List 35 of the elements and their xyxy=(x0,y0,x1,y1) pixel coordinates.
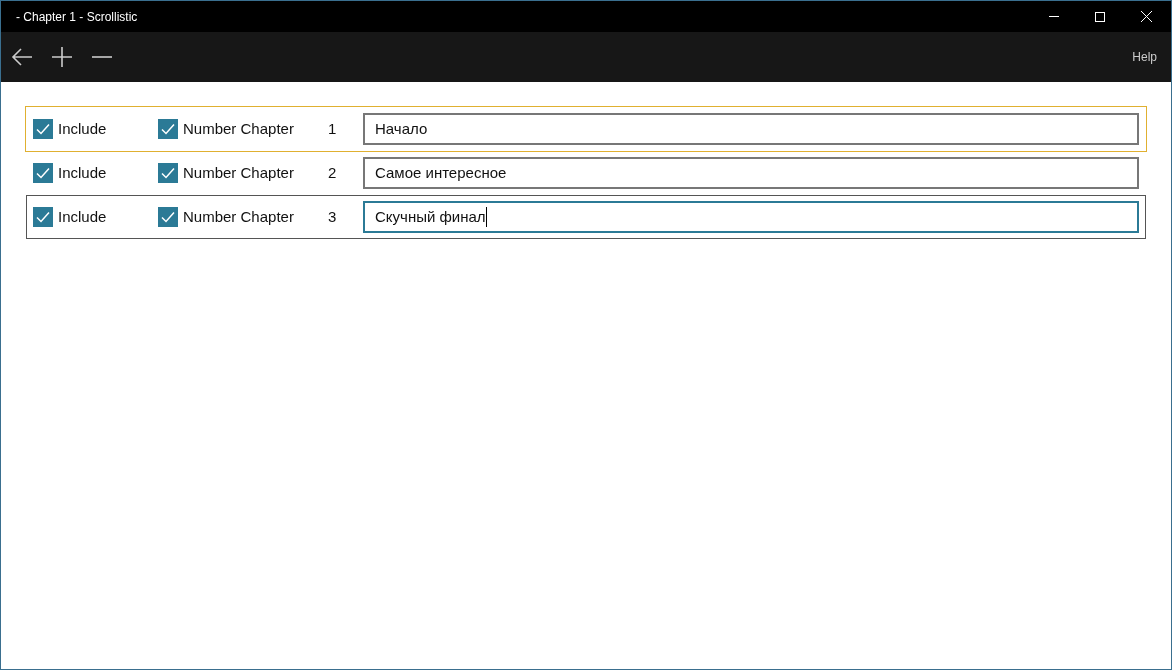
plus-icon xyxy=(52,47,72,67)
maximize-icon xyxy=(1095,11,1105,22)
checkbox-label: Number Chapter xyxy=(183,118,294,139)
input-field[interactable]: Скучный финал xyxy=(363,201,1139,233)
checkbox-label: Include xyxy=(58,206,107,227)
input-field[interactable]: Начало xyxy=(363,113,1139,145)
chapter-row[interactable]: Include Number Chapter 1 Начало xyxy=(26,107,1146,151)
minus-icon xyxy=(92,56,112,58)
input-field[interactable]: Самое интересное xyxy=(363,157,1139,189)
field-value: Самое интересное xyxy=(375,162,507,183)
field-value: Скучный финал xyxy=(375,206,486,227)
checkbox-label: Include xyxy=(58,162,107,183)
chapter-row[interactable]: Include Number Chapter 2 Самое интересное xyxy=(26,151,1146,195)
chapter-row[interactable]: Include Number Chapter 3 Скучный финал xyxy=(26,195,1146,239)
add-button[interactable] xyxy=(51,46,73,68)
chapter-number: 1 xyxy=(328,118,338,139)
checkbox-label: Number Chapter xyxy=(183,162,294,183)
checkbox[interactable]: Include xyxy=(33,117,158,141)
minimize-icon xyxy=(1049,16,1059,17)
close-icon xyxy=(1140,11,1152,22)
checkbox[interactable]: Number Chapter xyxy=(158,117,328,141)
checkbox[interactable]: Number Chapter xyxy=(158,161,328,185)
help-button[interactable]: Help xyxy=(1132,48,1157,66)
chapter-number: 2 xyxy=(328,162,338,183)
field-value: Начало xyxy=(375,118,428,139)
checkbox[interactable]: Include xyxy=(33,161,158,185)
checkbox[interactable]: Include xyxy=(33,205,158,229)
checkbox[interactable]: Number Chapter xyxy=(158,205,328,229)
chapter-number: 3 xyxy=(328,206,338,227)
checkbox-label: Include xyxy=(58,118,107,139)
back-button[interactable] xyxy=(11,46,33,68)
text-caret xyxy=(485,207,487,227)
checkbox-label: Number Chapter xyxy=(183,206,294,227)
window-title: - Chapter 1 - Scrollistic xyxy=(15,8,139,26)
back-icon xyxy=(11,48,33,66)
